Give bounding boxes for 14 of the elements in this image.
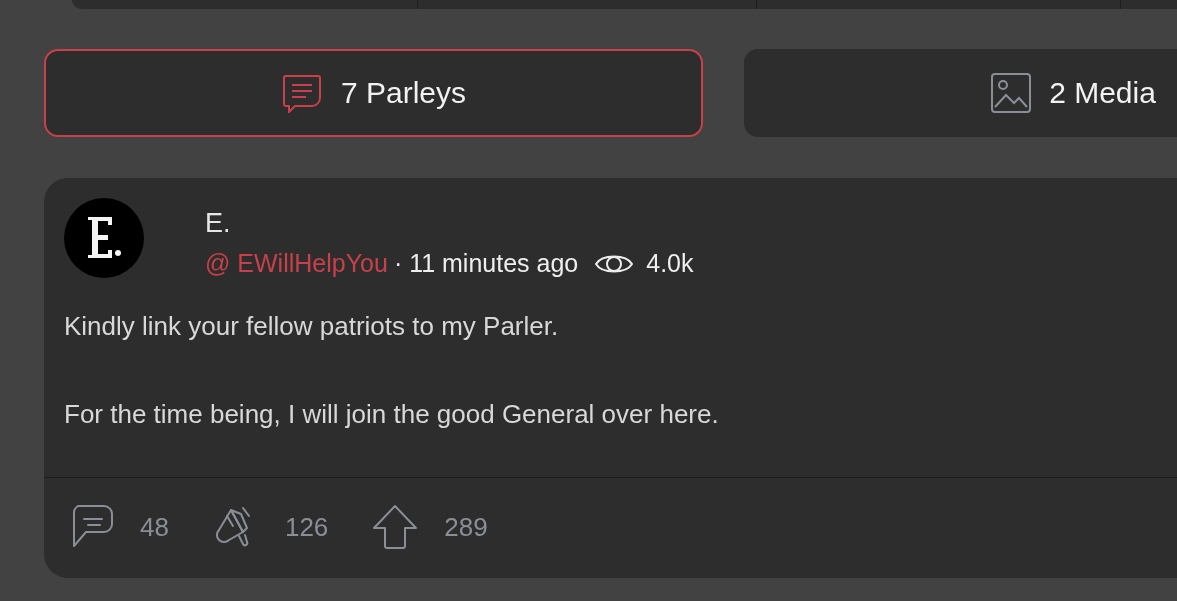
image-icon	[991, 73, 1032, 113]
action-button[interactable]: 289	[372, 504, 488, 550]
post-time: · 11 minutes ago	[393, 249, 579, 278]
tab[interactable]: 2 Media	[744, 49, 1177, 137]
author-name: E.	[205, 208, 232, 239]
speech-bubble-icon	[280, 73, 323, 113]
action-button[interactable]: 48	[68, 504, 169, 550]
action-button[interactable]: 126	[212, 504, 329, 550]
author-handle[interactable]: @ EWillHelpYou	[205, 249, 388, 278]
post-text: For the time being, I will join the good General over here.	[64, 398, 720, 430]
arrow-up-icon	[372, 504, 419, 550]
post-text: Kindly link your fellow patriots to my Parler.	[64, 310, 560, 342]
view-count: 4.0k	[646, 249, 694, 278]
tab[interactable]: 7 Parleys	[44, 49, 703, 137]
